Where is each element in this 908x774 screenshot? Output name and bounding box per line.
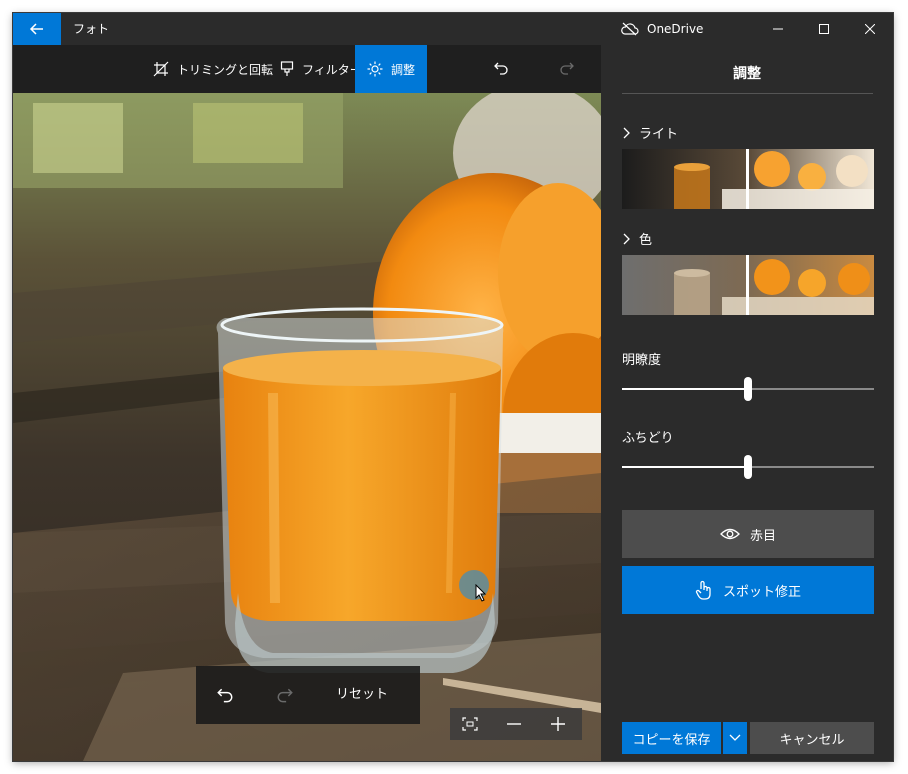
redo-icon [560,62,574,75]
tab-adjust[interactable]: 調整 [355,45,427,93]
reset-button[interactable]: リセット [336,666,388,724]
spot-fix-button[interactable]: スポット修正 [622,566,874,614]
color-label: 色 [639,233,653,248]
photo-canvas[interactable] [13,93,601,761]
arrow-left-icon [29,23,43,35]
save-options-dropdown[interactable] [723,722,747,754]
tab-crop-label: トリミングと回転 [177,62,274,77]
light-preview-image [622,149,874,209]
minus-icon [507,723,521,725]
color-preview-image [622,255,874,315]
clarity-track-filled [622,388,748,390]
adjust-panel: 調整 ライト 色 明瞭度 ふちどり 赤目 スポット修正 コピーを保存 キャンセル [601,45,893,761]
touch-hand-icon [695,580,711,600]
vignette-slider[interactable] [622,455,874,479]
chevron-right-icon [623,127,630,138]
minimize-icon [773,28,783,30]
vignette-track [748,466,874,468]
undo-icon [217,688,233,703]
title-bar: フォト OneDrive [13,13,893,45]
clarity-thumb[interactable] [744,377,752,401]
chevron-right-icon [623,233,630,244]
fit-screen-icon [462,717,478,731]
photos-app-window: フォト OneDrive トリミングと回転 フィルター 調整 リセット 調整 ラ… [13,13,893,761]
spot-redo-button[interactable] [272,683,298,709]
light-label: ライト [639,127,679,142]
color-slider-thumbnail[interactable] [622,255,874,315]
sun-icon [367,61,383,77]
tab-filter-label: フィルター [302,62,362,77]
save-copy-button[interactable]: コピーを保存 [622,722,721,754]
clarity-track [748,388,874,390]
orange-juice-photo [13,93,601,761]
light-slider-thumbnail[interactable] [622,149,874,209]
fit-screen-button[interactable] [460,714,480,734]
cancel-button[interactable]: キャンセル [750,722,874,754]
panel-title: 調整 [733,66,761,82]
zoom-in-button[interactable] [548,714,568,734]
maximize-button[interactable] [801,13,847,45]
eye-icon [720,528,740,540]
onedrive-status[interactable]: OneDrive [621,13,703,45]
tab-adjust-label: 調整 [390,62,415,77]
vignette-thumb[interactable] [744,455,752,479]
brush-icon [280,61,294,76]
zoom-out-button[interactable] [504,714,524,734]
vignette-label: ふちどり [622,431,674,446]
back-button[interactable] [13,13,61,45]
spot-undo-button[interactable] [212,683,238,709]
red-eye-button[interactable]: 赤目 [622,510,874,558]
tab-crop-rotate[interactable]: トリミングと回転 [151,45,275,93]
pointer-cursor-icon [475,584,487,602]
clarity-slider[interactable] [622,377,874,401]
close-icon [865,24,875,34]
clarity-label: 明瞭度 [622,353,662,368]
panel-divider [622,93,873,94]
red-eye-label: 赤目 [749,528,776,544]
minimize-button[interactable] [755,13,801,45]
crop-icon [153,61,169,77]
spot-fix-label: スポット修正 [722,584,801,600]
plus-icon [551,717,565,731]
zoom-controls [450,708,582,740]
toolbar-undo-button[interactable] [489,45,513,93]
cloud-off-icon [621,22,639,36]
redo-icon [277,688,293,703]
chevron-down-icon [729,734,741,741]
light-section-toggle[interactable]: ライト [623,123,678,142]
spot-fix-controls: リセット [196,666,420,724]
close-button[interactable] [847,13,893,45]
edit-toolbar: トリミングと回転 フィルター 調整 [13,45,601,93]
maximize-icon [819,24,829,34]
app-title: フォト [73,22,110,36]
color-section-toggle[interactable]: 色 [623,229,652,248]
onedrive-label: OneDrive [647,22,704,36]
toolbar-redo-button[interactable] [555,45,579,93]
tab-filter[interactable]: フィルター [278,45,364,93]
undo-icon [494,62,508,75]
vignette-track-filled [622,466,748,468]
